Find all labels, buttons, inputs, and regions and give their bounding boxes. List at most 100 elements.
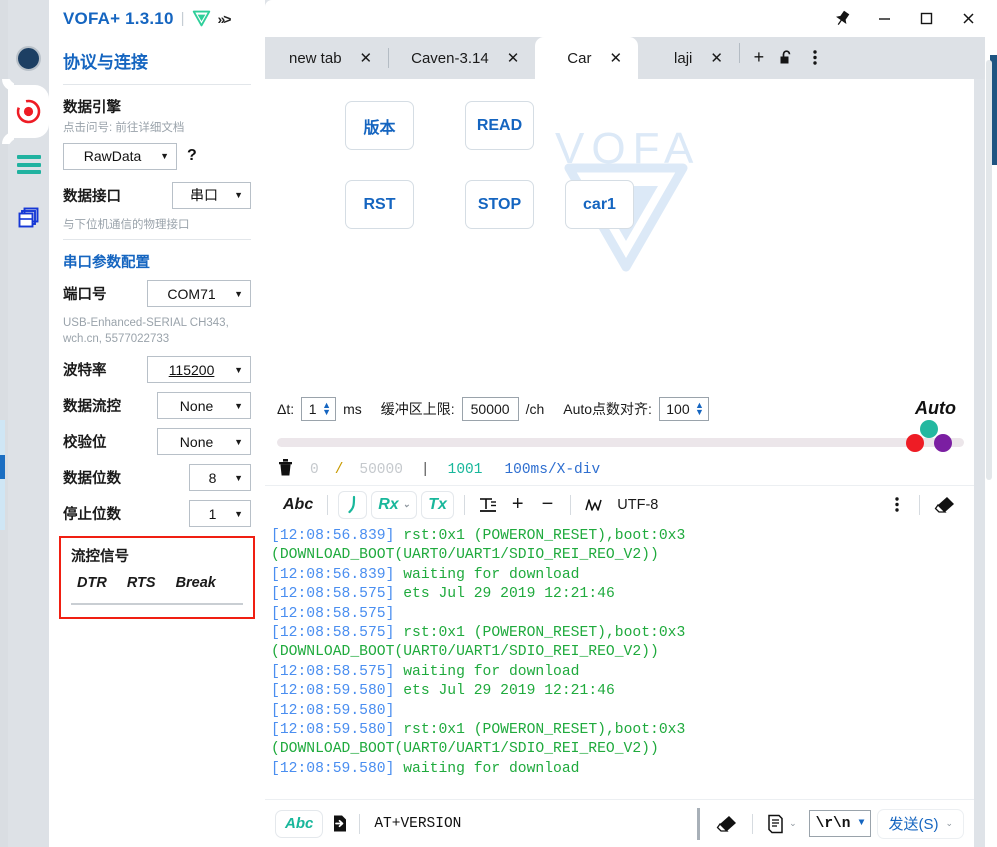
spike-waveform-icon[interactable]: [579, 491, 611, 519]
status-total: 50000: [359, 462, 403, 478]
status-timebase: 100ms/X-div: [504, 462, 600, 478]
channel-dot-red[interactable]: [906, 434, 924, 452]
clear-buffer-icon[interactable]: [277, 458, 294, 482]
data-interface-select[interactable]: 串口 ▼: [172, 182, 251, 209]
databits-label: 数据位数: [63, 467, 121, 488]
log-message: (DOWNLOAD_BOOT(UART0/UART1/SDIO_REI_REO_…: [271, 644, 659, 660]
rx-toggle-button[interactable]: Rx ⌄: [371, 491, 417, 519]
encoding-label[interactable]: UTF-8: [611, 491, 664, 519]
pin-icon[interactable]: [821, 4, 863, 34]
log-timestamp: [12:08:58.575]: [271, 625, 394, 641]
widget-button-version[interactable]: 版本: [345, 101, 414, 150]
settings-sidebar: VOFA+ 1.3.10 | »> 协议与连接 数据引擎 点击问号: 前往详细文…: [49, 0, 265, 847]
break-button[interactable]: Break: [176, 575, 216, 591]
send-input[interactable]: [364, 816, 687, 832]
help-question-icon[interactable]: ?: [187, 147, 197, 165]
widget-button-stop[interactable]: STOP: [465, 180, 534, 229]
chevron-down-icon: ▼: [234, 190, 243, 200]
chevron-down-icon: ▼: [234, 473, 243, 483]
tab-laji[interactable]: laji ✕: [638, 37, 739, 79]
tab-close-icon[interactable]: ✕: [507, 49, 536, 67]
dtr-button[interactable]: DTR: [77, 575, 107, 591]
newline-select[interactable]: \r\n ▼: [809, 810, 872, 837]
terminal-log[interactable]: [12:08:56.839] rst:0x1 (POWERON_RESET),b…: [265, 523, 974, 788]
rail-item-record[interactable]: [8, 85, 49, 138]
terminal-eraser-icon[interactable]: [928, 491, 962, 519]
port-select[interactable]: COM71 ▼: [147, 280, 251, 307]
chevron-down-icon: ▼: [858, 818, 864, 829]
tx-toggle-button[interactable]: Tx: [421, 491, 454, 519]
dt-label: Δt:: [277, 401, 294, 417]
log-timestamp: [12:08:58.575]: [271, 664, 394, 680]
tab-close-icon[interactable]: ✕: [609, 49, 638, 67]
channel-dot-teal[interactable]: [920, 420, 938, 438]
tab-more-icon[interactable]: [802, 45, 828, 69]
databits-select[interactable]: 8 ▼: [189, 464, 251, 491]
font-decrease-button[interactable]: −: [533, 491, 563, 519]
align-stepper[interactable]: 100 ▲▼: [659, 397, 709, 421]
tab-close-icon[interactable]: ✕: [710, 49, 739, 67]
stepper-arrows-icon[interactable]: ▲▼: [695, 402, 704, 416]
dt-stepper[interactable]: 1 ▲▼: [301, 397, 336, 421]
rail-item-data-list[interactable]: [8, 138, 49, 191]
text-wrap-icon[interactable]: [473, 491, 503, 519]
tab-close-icon[interactable]: ✕: [360, 49, 389, 67]
terminal-line: [12:08:59.580] rst:0x1 (POWERON_RESET),b…: [271, 721, 974, 740]
chevrons-right-icon[interactable]: »>: [218, 11, 230, 27]
baud-select[interactable]: 115200 ▼: [147, 356, 251, 383]
stopbits-select[interactable]: 1 ▼: [189, 500, 251, 527]
tab-new-tab[interactable]: new tab ✕: [267, 37, 388, 79]
brand-header: VOFA+ 1.3.10 | »>: [63, 0, 251, 37]
terminal-font-button[interactable]: Abc: [277, 491, 319, 519]
add-tab-button[interactable]: +: [746, 45, 772, 69]
newline-hook-icon[interactable]: [338, 491, 367, 519]
dt-value: 1: [306, 401, 319, 417]
port-value: COM71: [157, 286, 226, 302]
chevron-down-icon[interactable]: ⌄: [945, 818, 953, 829]
terminal-more-icon[interactable]: [883, 491, 911, 519]
left-edge-strip: [0, 0, 8, 847]
divider: [752, 814, 753, 834]
send-eraser-icon[interactable]: [710, 810, 744, 838]
minimize-button[interactable]: [863, 4, 905, 34]
slider-track[interactable]: [277, 438, 964, 447]
vofa-v-logo-icon: [192, 9, 211, 28]
send-label: 发送(S): [888, 813, 938, 834]
close-button[interactable]: [947, 4, 989, 34]
buffer-input[interactable]: 50000: [462, 397, 519, 421]
tab-car[interactable]: Car ✕: [535, 37, 638, 79]
rail-item-layers[interactable]: [8, 191, 49, 244]
tab-tools: +: [740, 45, 834, 79]
import-arrow-icon[interactable]: [323, 810, 357, 838]
widget-button-rst[interactable]: RST: [345, 180, 414, 229]
unlocked-padlock-icon[interactable]: [774, 45, 800, 69]
parity-value: None: [167, 434, 226, 450]
channel-dot-purple[interactable]: [934, 434, 952, 452]
parity-select[interactable]: None ▼: [157, 428, 251, 455]
script-file-icon[interactable]: ⌄: [761, 810, 803, 838]
right-scrollbar[interactable]: [986, 60, 992, 480]
font-increase-button[interactable]: +: [503, 491, 533, 519]
timeline-slider[interactable]: [265, 429, 974, 455]
protocol-select[interactable]: RawData ▼: [63, 143, 177, 170]
send-button[interactable]: 发送(S) ⌄: [877, 809, 964, 839]
brand-divider: |: [181, 10, 185, 27]
chevron-down-icon[interactable]: ⌄: [789, 818, 797, 829]
divider: [570, 495, 571, 515]
tab-caven[interactable]: Caven-3.14 ✕: [389, 37, 535, 79]
widget-button-car1[interactable]: car1: [565, 180, 634, 229]
data-interface-hint: 与下位机通信的物理接口: [63, 218, 251, 234]
stopbits-label: 停止位数: [63, 503, 121, 524]
data-interface-value: 串口: [182, 185, 226, 205]
divider: [63, 84, 251, 85]
widget-button-read[interactable]: READ: [465, 101, 534, 150]
rts-button[interactable]: RTS: [127, 575, 156, 591]
log-timestamp: [12:08:58.575]: [271, 586, 394, 602]
terminal-line: [12:08:59.580]: [271, 702, 974, 721]
stepper-arrows-icon[interactable]: ▲▼: [322, 402, 331, 416]
maximize-button[interactable]: [905, 4, 947, 34]
send-font-button[interactable]: Abc: [275, 810, 323, 838]
terminal-line: [12:08:58.575] ets Jul 29 2019 12:21:46: [271, 585, 974, 604]
flowcontrol-select[interactable]: None ▼: [157, 392, 251, 419]
auto-mode-button[interactable]: Auto: [915, 398, 962, 419]
